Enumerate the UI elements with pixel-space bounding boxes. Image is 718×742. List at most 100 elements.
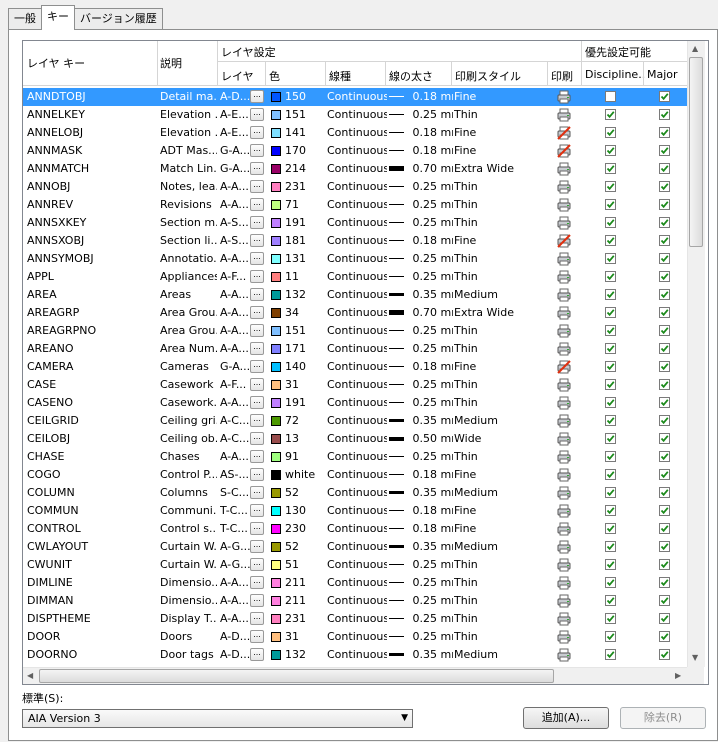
color-swatch[interactable] [271, 398, 281, 408]
major-checkbox[interactable] [659, 541, 670, 552]
linetype-cell[interactable]: Continuous [327, 160, 387, 178]
discipline-checkbox[interactable] [605, 451, 616, 462]
lineweight-cell[interactable]: 0.18 mm [407, 520, 454, 538]
major-checkbox[interactable] [659, 577, 670, 588]
plotstyle-cell[interactable]: Medium [454, 412, 546, 430]
layer-browse-button[interactable]: ... [250, 306, 264, 319]
printer-icon[interactable] [557, 504, 571, 518]
table-row[interactable]: DIMMAN Dimensio... A-A...... 211 Continuous … [23, 592, 687, 610]
plotstyle-cell[interactable]: Thin [454, 610, 546, 628]
color-cell[interactable]: 211 [285, 574, 325, 592]
printer-icon[interactable] [557, 432, 571, 446]
discipline-checkbox[interactable] [605, 361, 616, 372]
plotstyle-cell[interactable]: Fine [454, 232, 546, 250]
color-swatch[interactable] [271, 542, 281, 552]
table-row[interactable]: DOOR Doors A-D...... 31Continuous 0.25 mmTh… [23, 628, 687, 646]
table-row[interactable]: CWUNITCurtain W...A-G......51Continuous … [23, 556, 687, 574]
table-row[interactable]: AREA Areas A-A...... 132Continuous 0.35 mmM… [23, 286, 687, 304]
lineweight-cell[interactable]: 0.50 mm [407, 430, 454, 448]
linetype-cell[interactable]: Continuous [327, 304, 387, 322]
color-swatch[interactable] [271, 416, 281, 426]
plotstyle-cell[interactable]: Thin [454, 268, 546, 286]
color-swatch[interactable] [271, 326, 281, 336]
layer-browse-button[interactable]: ... [250, 126, 264, 139]
table-row[interactable]: CONTROL Control s... T-C...... 230 Continuou… [23, 520, 687, 538]
layer-browse-button[interactable]: ... [250, 576, 264, 589]
linetype-cell[interactable]: Continuous [327, 106, 387, 124]
layer-browse-button[interactable]: ... [250, 162, 264, 175]
plotstyle-cell[interactable]: Extra Wide [454, 304, 546, 322]
discipline-checkbox[interactable] [605, 523, 616, 534]
plotstyle-cell[interactable]: Fine [454, 124, 546, 142]
lineweight-cell[interactable]: 0.25 mm [407, 340, 454, 358]
scroll-left-icon[interactable]: ◀ [27, 671, 33, 680]
linetype-cell[interactable]: Continuous [327, 250, 387, 268]
major-checkbox[interactable] [659, 163, 670, 174]
discipline-checkbox[interactable] [605, 397, 616, 408]
printer-icon[interactable] [557, 612, 571, 626]
horizontal-scroll-thumb[interactable] [39, 669, 554, 683]
plotstyle-cell[interactable]: Thin [454, 178, 546, 196]
table-row[interactable]: CASE Casework A-F...... 31 Continuous 0.25 m… [23, 376, 687, 394]
plotstyle-cell[interactable]: Thin [454, 574, 546, 592]
layer-browse-button[interactable]: ... [250, 90, 264, 103]
color-cell[interactable]: 132 [285, 646, 325, 664]
table-row[interactable]: ANNELOBJ Elevation ...A-E...... 141Continu… [23, 124, 687, 142]
table-row[interactable]: ANNREV Revisions A-A...... 71 Continuous 0.2… [23, 196, 687, 214]
scroll-up-icon[interactable]: ▲ [692, 44, 698, 53]
table-row[interactable]: CEILGRID Ceiling gri...A-C...... 72Continu… [23, 412, 687, 430]
color-cell[interactable]: 231 [285, 610, 325, 628]
printer-icon[interactable] [557, 486, 571, 500]
vertical-scroll-thumb[interactable] [689, 57, 703, 247]
tab-general[interactable]: 一般 [8, 8, 42, 29]
printer-icon[interactable] [557, 306, 571, 320]
major-checkbox[interactable] [659, 199, 670, 210]
color-swatch[interactable] [271, 308, 281, 318]
linetype-cell[interactable]: Continuous [327, 358, 387, 376]
major-checkbox[interactable] [659, 415, 670, 426]
linetype-cell[interactable]: Continuous [327, 340, 387, 358]
discipline-checkbox[interactable] [605, 91, 616, 102]
vertical-scrollbar[interactable]: ▲ ▼ [687, 41, 705, 667]
color-swatch[interactable] [271, 218, 281, 228]
color-cell[interactable]: 52 [285, 484, 325, 502]
color-cell[interactable]: 52 [285, 538, 325, 556]
plotstyle-cell[interactable]: Fine [454, 502, 546, 520]
layer-browse-button[interactable]: ... [250, 270, 264, 283]
table-row[interactable]: DISPTHEME Display T... A-A...... 231 Continu… [23, 610, 687, 628]
plotstyle-cell[interactable]: Wide [454, 430, 546, 448]
major-checkbox[interactable] [659, 307, 670, 318]
layer-browse-button[interactable]: ... [250, 360, 264, 373]
color-cell[interactable]: 31 [285, 628, 325, 646]
discipline-checkbox[interactable] [605, 613, 616, 624]
discipline-checkbox[interactable] [605, 271, 616, 282]
printer-icon[interactable] [557, 342, 571, 356]
color-swatch[interactable] [271, 434, 281, 444]
layer-browse-button[interactable]: ... [250, 324, 264, 337]
printer-icon[interactable] [557, 396, 571, 410]
layer-browse-button[interactable]: ... [250, 558, 264, 571]
major-checkbox[interactable] [659, 397, 670, 408]
printer-icon[interactable] [557, 324, 571, 338]
color-swatch[interactable] [271, 128, 281, 138]
major-checkbox[interactable] [659, 469, 670, 480]
lineweight-cell[interactable]: 0.25 mm [407, 322, 454, 340]
color-cell[interactable]: 191 [285, 394, 325, 412]
printer-icon[interactable] [557, 648, 571, 662]
color-swatch[interactable] [271, 164, 281, 174]
major-checkbox[interactable] [659, 109, 670, 120]
plotstyle-cell[interactable]: Thin [454, 322, 546, 340]
linetype-cell[interactable]: Continuous [327, 466, 387, 484]
printer-icon[interactable] [557, 450, 571, 464]
lineweight-cell[interactable]: 0.18 mm [407, 124, 454, 142]
printer-icon[interactable] [557, 540, 571, 554]
lineweight-cell[interactable]: 0.35 mm [407, 484, 454, 502]
major-checkbox[interactable] [659, 343, 670, 354]
plotstyle-cell[interactable]: Thin [454, 394, 546, 412]
major-checkbox[interactable] [659, 649, 670, 660]
plotstyle-cell[interactable]: Thin [454, 214, 546, 232]
linetype-cell[interactable]: Continuous [327, 610, 387, 628]
linetype-cell[interactable]: Continuous [327, 178, 387, 196]
lineweight-cell[interactable]: 0.25 mm [407, 448, 454, 466]
discipline-checkbox[interactable] [605, 199, 616, 210]
